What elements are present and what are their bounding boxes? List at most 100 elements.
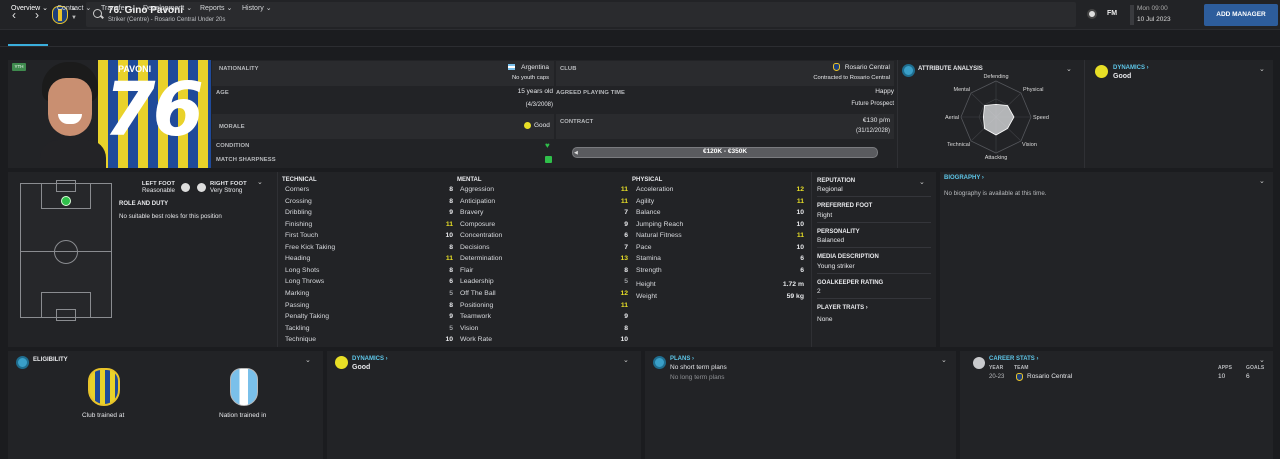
career-stats-menu-chevron-icon[interactable]: ⌄ — [1259, 356, 1265, 364]
physical-extra-name: Weight — [636, 292, 658, 300]
attribute-row[interactable]: Corners 8 — [285, 185, 453, 197]
player-traits-link[interactable]: PLAYER TRAITS › — [817, 305, 868, 311]
position-marker-striker[interactable] — [61, 196, 71, 206]
tab-history[interactable]: History ⌄ — [242, 4, 272, 12]
tab-reports[interactable]: Reports ⌄ — [200, 4, 232, 12]
radar-label-speed: Speed — [1033, 115, 1049, 121]
club-value[interactable]: Rosario Central — [760, 64, 890, 71]
attribute-name: Anticipation — [460, 197, 496, 205]
attribute-name: Concentration — [460, 232, 503, 240]
divider — [1084, 60, 1085, 168]
attribute-value: 8 — [449, 266, 453, 274]
biography-title-link[interactable]: BIOGRAPHY › — [944, 175, 984, 181]
attribute-row[interactable]: Natural Fitness 11 — [636, 231, 804, 243]
attribute-row[interactable]: Teamwork 9 — [460, 312, 628, 324]
attribute-row[interactable]: Marking 5 — [285, 289, 453, 301]
tab-overview[interactable]: Overview ⌄ — [11, 4, 48, 12]
attribute-row[interactable]: Passing 8 — [285, 301, 453, 313]
divider — [817, 273, 931, 274]
dynamics-bottom-value: Good — [352, 364, 371, 371]
fm-menu-button[interactable]: FM — [1107, 10, 1117, 17]
attribute-row[interactable]: First Touch 10 — [285, 231, 453, 243]
attribute-row[interactable]: Finishing 11 — [285, 220, 453, 232]
attribute-name: Acceleration — [636, 186, 674, 193]
attribute-row[interactable]: Long Throws 6 — [285, 277, 453, 289]
attribute-name: Decisions — [460, 243, 490, 251]
playing-time-value: Happy — [875, 88, 894, 95]
attribute-name: Technique — [285, 336, 316, 344]
info-menu-chevron-icon[interactable]: ⌄ — [919, 178, 925, 186]
attribute-name: Corners — [285, 186, 310, 193]
attribute-row[interactable]: Stamina 6 — [636, 254, 804, 266]
attribute-row[interactable]: Determination 13 — [460, 254, 628, 266]
attribute-name: Jumping Reach — [636, 220, 684, 228]
attribute-name: Agility — [636, 197, 655, 205]
attribute-row[interactable]: Positioning 11 — [460, 301, 628, 313]
preferred-foot-value: Right — [817, 212, 833, 219]
right-foot-icon — [197, 183, 206, 192]
condition-heart-icon: ♥ — [545, 141, 550, 150]
career-year: 20-23 — [989, 374, 1005, 380]
career-stats-title-link[interactable]: CAREER STATS › — [989, 356, 1038, 362]
dynamics-bottom-menu-chevron-icon[interactable]: ⌄ — [623, 356, 629, 364]
football-icon[interactable] — [1087, 9, 1097, 19]
attribute-row[interactable]: Tackling 5 — [285, 324, 453, 336]
attribute-row[interactable]: Off The Ball 12 — [460, 289, 628, 301]
tab-transfer[interactable]: Transfer ⌄ — [101, 4, 135, 12]
feet-menu-chevron-icon[interactable]: ⌄ — [257, 178, 263, 186]
attribute-row[interactable]: Acceleration 12 — [636, 185, 804, 197]
attribute-value: 8 — [449, 301, 453, 309]
attribute-row[interactable]: Jumping Reach 10 — [636, 220, 804, 232]
attribute-name: Aggression — [460, 186, 495, 193]
add-manager-button[interactable]: ADD MANAGER — [1204, 4, 1278, 26]
attribute-row[interactable]: Penalty Taking 9 — [285, 312, 453, 324]
attribute-row[interactable]: Bravery 7 — [460, 208, 628, 220]
attribute-value: 8 — [449, 197, 453, 205]
plans-menu-chevron-icon[interactable]: ⌄ — [941, 356, 947, 364]
attribute-row[interactable]: Crossing 8 — [285, 197, 453, 209]
attribute-value: 8 — [449, 186, 453, 193]
attribute-row[interactable]: Agility 11 — [636, 197, 804, 209]
physical-extra-row: Weight 59 kg — [636, 292, 804, 304]
role-duty-title: ROLE AND DUTY — [119, 201, 169, 207]
dynamics-bottom-icon — [335, 356, 348, 369]
attribute-row[interactable]: Free Kick Taking 8 — [285, 243, 453, 255]
tab-development[interactable]: Development ⌄ — [143, 4, 192, 12]
attribute-value: 7 — [624, 243, 628, 251]
attribute-row[interactable]: Strength 6 — [636, 266, 804, 278]
media-description-label: MEDIA DESCRIPTION — [817, 254, 879, 260]
eligibility-menu-chevron-icon[interactable]: ⌄ — [305, 356, 311, 364]
tab-contract[interactable]: Contract ⌄ — [57, 4, 91, 12]
attribute-row[interactable]: Pace 10 — [636, 243, 804, 255]
attribute-row[interactable]: Balance 10 — [636, 208, 804, 220]
attribute-row[interactable]: Long Shots 8 — [285, 266, 453, 278]
biography-menu-chevron-icon[interactable]: ⌄ — [1259, 177, 1265, 185]
attribute-row[interactable]: Anticipation 11 — [460, 197, 628, 209]
morale-row — [212, 114, 554, 139]
career-team[interactable]: Rosario Central — [1027, 373, 1072, 380]
attribute-row[interactable]: Technique 10 — [285, 335, 453, 347]
morale-label: MORALE — [219, 124, 245, 130]
attribute-row[interactable]: Leadership 5 — [460, 277, 628, 289]
left-foot-icon — [181, 183, 190, 192]
physical-extra-row: Height 1.72 m — [636, 280, 804, 292]
contract-wage: €130 p/m — [862, 117, 890, 124]
reputation-value: Regional — [817, 186, 843, 193]
dynamics-title-link[interactable]: DYNAMICS › — [1113, 65, 1149, 71]
goalkeeper-rating-label: GOALKEEPER RATING — [817, 280, 884, 286]
attribute-row[interactable]: Flair 8 — [460, 266, 628, 278]
attribute-row[interactable]: Composure 9 — [460, 220, 628, 232]
attribute-row[interactable]: Dribbling 9 — [285, 208, 453, 220]
eligibility-title: ELIGIBILITY — [33, 357, 68, 363]
dynamics-bottom-title-link[interactable]: DYNAMICS › — [352, 356, 388, 362]
attribute-row[interactable]: Heading 11 — [285, 254, 453, 266]
attribute-row[interactable]: Vision 8 — [460, 324, 628, 336]
physical-title: PHYSICAL — [632, 177, 663, 183]
dynamics-menu-chevron-icon[interactable]: ⌄ — [1259, 65, 1265, 73]
attribute-row[interactable]: Concentration 6 — [460, 231, 628, 243]
plans-title-link[interactable]: PLANS › — [670, 356, 694, 362]
radar-label-physical: Physical — [1023, 87, 1043, 93]
attribute-row[interactable]: Work Rate 10 — [460, 335, 628, 347]
attribute-row[interactable]: Aggression 11 — [460, 185, 628, 197]
attribute-row[interactable]: Decisions 7 — [460, 243, 628, 255]
